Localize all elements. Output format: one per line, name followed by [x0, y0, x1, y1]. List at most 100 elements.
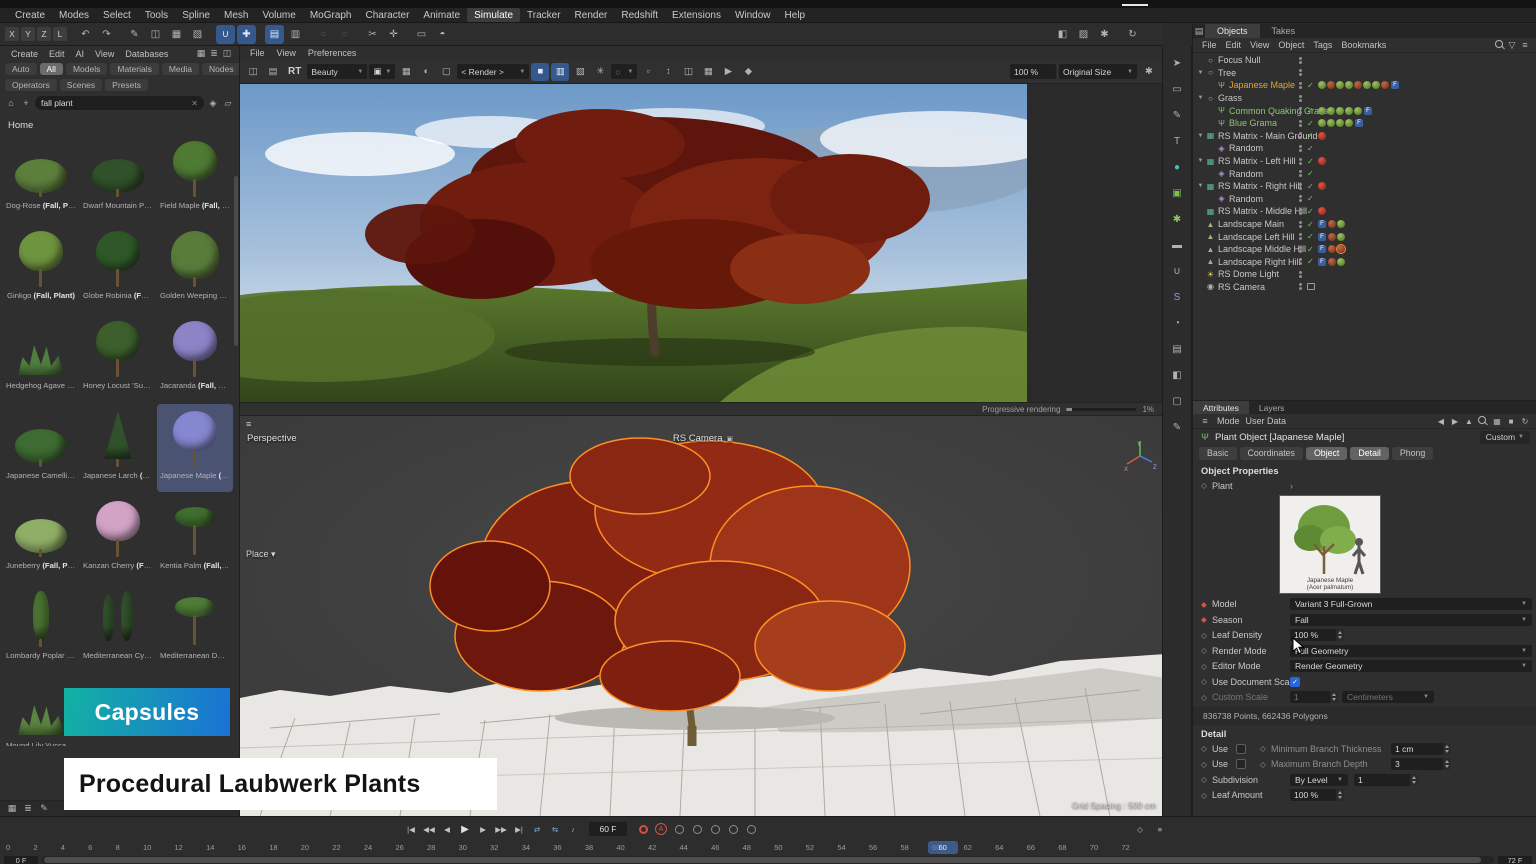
search-icon[interactable] [1478, 416, 1488, 426]
asset-search-input[interactable]: fall plant ✕ [35, 96, 204, 110]
tag-f[interactable]: F [1355, 119, 1363, 127]
material-swatch[interactable] [1328, 220, 1336, 228]
grid-icon[interactable]: ▦ [397, 63, 415, 81]
asset-item[interactable]: Honey Locust 'Sunburst' (Fall, Plant) [80, 314, 156, 402]
material-swatch[interactable] [1327, 81, 1335, 89]
attr-tab-object[interactable]: Object [1306, 447, 1347, 460]
material-swatch[interactable] [1345, 81, 1353, 89]
grid-icon[interactable]: ▦ [1492, 415, 1502, 427]
ping-pong-button[interactable]: ⇆ [547, 821, 563, 837]
filter-all[interactable]: All [40, 63, 63, 75]
ab-menu-edit[interactable]: Edit [44, 49, 70, 59]
lock-icon[interactable]: ■ [1506, 415, 1516, 427]
material-swatch[interactable] [1372, 81, 1380, 89]
brush-icon[interactable]: ✎ [125, 25, 144, 44]
filter-nodes[interactable]: Nodes [202, 63, 240, 75]
menu-tracker[interactable]: Tracker [520, 8, 568, 22]
material-swatch[interactable] [1327, 119, 1335, 127]
render-view-icon[interactable]: ◧ [1053, 25, 1072, 44]
expand-icon[interactable]: ↕ [659, 63, 677, 81]
tag-f[interactable]: F [1364, 107, 1372, 115]
visibility-dots[interactable] [1299, 145, 1302, 152]
add-icon[interactable]: + [20, 97, 32, 109]
tag-f[interactable]: F [1318, 233, 1326, 241]
render-tool-icon[interactable]: ◧ [1167, 365, 1187, 385]
visibility-dots[interactable] [1299, 221, 1302, 228]
teapot-icon[interactable]: ◆ [739, 63, 757, 81]
visibility-dots[interactable] [1299, 158, 1302, 165]
expander-icon[interactable]: ▼ [1196, 70, 1205, 76]
material-swatch[interactable] [1336, 107, 1344, 115]
mograph-icon[interactable]: ✱ [1167, 209, 1187, 229]
asset-item[interactable]: Globe Robinia (Fall, Plant) [80, 224, 156, 312]
visibility-dots[interactable] [1299, 107, 1302, 114]
range-start-field[interactable]: 0 F [4, 856, 38, 864]
scrollbar-thumb[interactable] [44, 857, 1481, 863]
tab-takes[interactable]: Takes [1260, 24, 1308, 38]
render-picture-viewer-icon[interactable]: ▨ [1074, 25, 1093, 44]
visibility-dots[interactable] [1299, 82, 1302, 89]
rv-menu-file[interactable]: File [244, 48, 271, 58]
material-swatch[interactable] [1345, 107, 1353, 115]
menu-select[interactable]: Select [96, 8, 138, 22]
stepper-icon[interactable] [1330, 691, 1338, 703]
menu-character[interactable]: Character [359, 8, 417, 22]
visibility-dots[interactable] [1299, 120, 1302, 127]
object-row[interactable]: ▲Landscape Middle Hill✓F [1193, 243, 1536, 256]
viewport-menu-icon[interactable]: ≡ [246, 419, 251, 429]
asset-item[interactable]: Jacaranda (Fall, Plant) [157, 314, 233, 402]
expander-icon[interactable]: ▼ [1196, 183, 1205, 189]
asset-item[interactable]: Juneberry (Fall, Plant) [3, 494, 79, 582]
subdivision-mode-dropdown[interactable]: By Level▼ [1290, 774, 1348, 786]
asset-item[interactable]: Japanese Maple (Fall, Plant) [157, 404, 233, 492]
subdivide-icon[interactable]: ▦ [167, 25, 186, 44]
subdivision-value[interactable]: 1 [1354, 774, 1410, 786]
material-swatch[interactable] [1337, 258, 1345, 266]
op-menu-object[interactable]: Object [1274, 40, 1308, 50]
filter-auto[interactable]: Auto [5, 63, 37, 75]
asset-item[interactable]: Golden Weeping Willow (Fall, Plant) [157, 224, 233, 312]
tab-objects[interactable]: Objects [1205, 24, 1260, 38]
visibility-dots[interactable] [1299, 170, 1302, 177]
material-swatch[interactable] [1337, 245, 1345, 253]
axis-gizmo[interactable]: Y X Z [1122, 438, 1158, 474]
animation-dot-icon[interactable]: ◇ [1201, 631, 1212, 640]
ab-menu-databases[interactable]: Databases [120, 49, 173, 59]
asset-item[interactable]: Field Maple (Fall, Plant) [157, 134, 233, 222]
enable-check-icon[interactable]: ✓ [1307, 144, 1316, 153]
menu-modes[interactable]: Modes [52, 8, 96, 22]
capsule-icon[interactable]: ▬ [1167, 235, 1187, 255]
enable-check-icon[interactable]: ✓ [1307, 220, 1316, 229]
volume-icon[interactable]: ▣ [1167, 183, 1187, 203]
animation-dot-icon[interactable]: ◇ [1201, 646, 1212, 655]
tag-f[interactable]: F [1318, 258, 1326, 266]
material-swatch[interactable] [1363, 81, 1371, 89]
visibility-dots[interactable] [1299, 69, 1302, 76]
animation-dot-icon[interactable]: ◇ [1201, 481, 1212, 490]
snowflake-icon[interactable]: ✳ [591, 63, 609, 81]
pen-tool-icon[interactable]: ✎ [1167, 105, 1187, 125]
disabled-a-icon[interactable]: ○ [314, 25, 333, 44]
tiles-icon[interactable]: ▥ [551, 63, 569, 81]
extrude-icon[interactable]: ▧ [188, 25, 207, 44]
camera-select[interactable]: ▣▼ [369, 64, 395, 79]
object-row[interactable]: ΨJapanese Maple✓F [1193, 79, 1536, 92]
tag-f[interactable]: F [1318, 220, 1326, 228]
animation-dot-icon[interactable]: ◇ [1201, 760, 1212, 769]
material-swatch[interactable] [1318, 81, 1326, 89]
camera-label[interactable]: RS Camera▣ [673, 433, 733, 444]
loop-range-button[interactable]: ⇄ [529, 821, 545, 837]
object-row[interactable]: ◉RS Camera [1193, 281, 1536, 294]
sketch-tool-icon[interactable]: ✎ [1167, 417, 1187, 437]
attr-checkbox[interactable]: ✓ [1290, 677, 1300, 687]
visibility-dots[interactable] [1299, 283, 1302, 290]
select-cursor-icon[interactable]: ➤ [1167, 53, 1187, 73]
visibility-dots[interactable] [1299, 271, 1302, 278]
dashed-region-icon[interactable]: ▫ [639, 63, 657, 81]
menu-animate[interactable]: Animate [416, 8, 467, 22]
op-menu-tags[interactable]: Tags [1309, 40, 1336, 50]
capsule-a-icon[interactable]: ▭ [412, 25, 431, 44]
animation-dot-icon[interactable]: ◇ [1260, 744, 1271, 753]
animation-dot-icon[interactable]: ◇ [1260, 760, 1271, 769]
asset-item[interactable]: Dog-Rose (Fall, Plant) [3, 134, 79, 222]
